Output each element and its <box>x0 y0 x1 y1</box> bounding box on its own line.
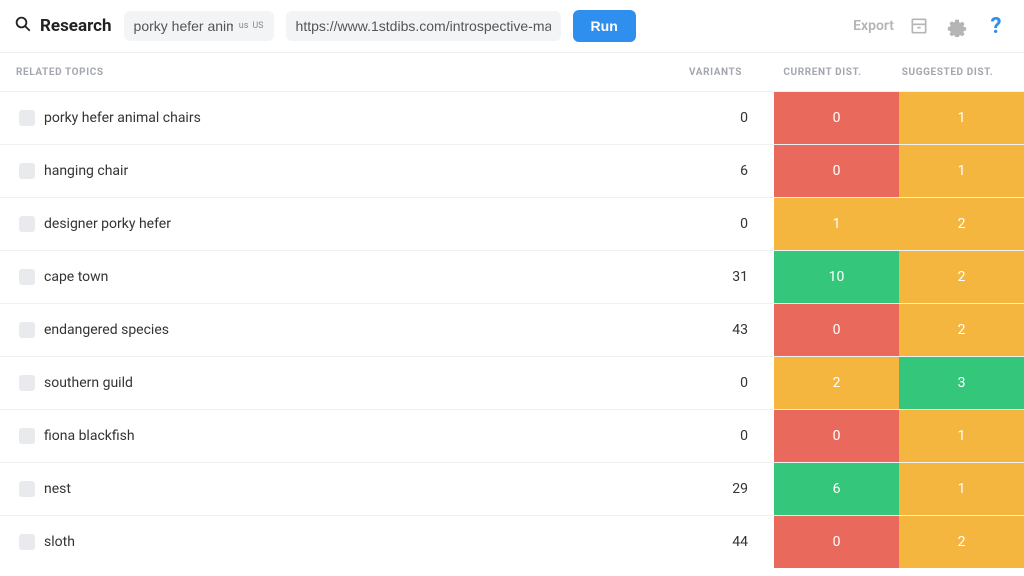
row-suggested-dist: 2 <box>899 304 1024 356</box>
row-variants: 0 <box>664 198 774 250</box>
table-row[interactable]: sloth4402 <box>0 515 1024 568</box>
locale-upper: US <box>252 21 263 31</box>
table-row[interactable]: endangered species4302 <box>0 303 1024 356</box>
row-suggested-dist: 1 <box>899 145 1024 197</box>
row-checkbox-cell <box>0 304 44 356</box>
row-checkbox[interactable] <box>19 481 35 497</box>
col-header-variants[interactable]: Variants <box>650 67 760 78</box>
row-topic: sloth <box>44 516 664 568</box>
col-header-suggested[interactable]: Suggested Dist. <box>885 67 1010 78</box>
toolbar: Research us US Run Export ? <box>0 0 1024 53</box>
row-variants: 6 <box>664 145 774 197</box>
row-current-dist: 0 <box>774 516 899 568</box>
keyword-input-wrap[interactable]: us US <box>124 11 274 41</box>
row-variants: 43 <box>664 304 774 356</box>
table-row[interactable]: cape town31102 <box>0 250 1024 303</box>
row-suggested-dist: 3 <box>899 357 1024 409</box>
row-current-dist: 2 <box>774 357 899 409</box>
row-checkbox-cell <box>0 198 44 250</box>
col-header-current[interactable]: Current Dist. <box>760 67 885 78</box>
row-current-dist: 0 <box>774 145 899 197</box>
row-variants: 0 <box>664 410 774 462</box>
row-suggested-dist: 2 <box>899 516 1024 568</box>
row-topic: porky hefer animal chairs <box>44 92 664 144</box>
page-title-wrap: Research <box>14 15 112 38</box>
row-topic: southern guild <box>44 357 664 409</box>
row-suggested-dist: 2 <box>899 251 1024 303</box>
row-checkbox-cell <box>0 251 44 303</box>
url-input-wrap[interactable] <box>286 11 561 41</box>
row-checkbox-cell <box>0 92 44 144</box>
table-row[interactable]: nest2961 <box>0 462 1024 515</box>
row-current-dist: 10 <box>774 251 899 303</box>
row-checkbox[interactable] <box>19 269 35 285</box>
col-header-topic: Related Topics <box>14 67 650 78</box>
row-variants: 31 <box>664 251 774 303</box>
row-checkbox[interactable] <box>19 163 35 179</box>
row-checkbox[interactable] <box>19 428 35 444</box>
row-variants: 44 <box>664 516 774 568</box>
row-variants: 0 <box>664 92 774 144</box>
row-current-dist: 1 <box>774 198 899 250</box>
row-checkbox-cell <box>0 516 44 568</box>
row-variants: 29 <box>664 463 774 515</box>
url-input[interactable] <box>296 18 551 34</box>
row-checkbox[interactable] <box>19 322 35 338</box>
row-current-dist: 6 <box>774 463 899 515</box>
table-row[interactable]: designer porky hefer012 <box>0 197 1024 250</box>
locale-badge: us US <box>233 21 264 31</box>
row-current-dist: 0 <box>774 92 899 144</box>
search-icon <box>14 15 32 38</box>
row-topic: nest <box>44 463 664 515</box>
row-topic: designer porky hefer <box>44 198 664 250</box>
row-checkbox-cell <box>0 357 44 409</box>
locale-lower: us <box>239 21 249 31</box>
table-row[interactable]: hanging chair601 <box>0 144 1024 197</box>
row-checkbox[interactable] <box>19 534 35 550</box>
help-icon[interactable]: ? <box>982 12 1010 40</box>
row-checkbox-cell <box>0 463 44 515</box>
run-button[interactable]: Run <box>573 10 636 42</box>
gear-icon[interactable] <box>944 13 970 39</box>
row-topic: cape town <box>44 251 664 303</box>
table-body: porky hefer animal chairs001hanging chai… <box>0 91 1024 568</box>
row-checkbox-cell <box>0 145 44 197</box>
row-suggested-dist: 1 <box>899 463 1024 515</box>
export-link[interactable]: Export <box>853 18 894 34</box>
page-title: Research <box>40 16 112 36</box>
row-checkbox[interactable] <box>19 110 35 126</box>
table-header: Related Topics Variants Current Dist. Su… <box>0 53 1024 91</box>
row-topic: endangered species <box>44 304 664 356</box>
row-topic: hanging chair <box>44 145 664 197</box>
row-current-dist: 0 <box>774 304 899 356</box>
row-checkbox[interactable] <box>19 216 35 232</box>
row-checkbox[interactable] <box>19 375 35 391</box>
keyword-input[interactable] <box>134 18 233 34</box>
row-current-dist: 0 <box>774 410 899 462</box>
table-row[interactable]: southern guild023 <box>0 356 1024 409</box>
layout-icon[interactable] <box>906 13 932 39</box>
row-checkbox-cell <box>0 410 44 462</box>
table-row[interactable]: fiona blackfish001 <box>0 409 1024 462</box>
row-suggested-dist: 1 <box>899 410 1024 462</box>
row-suggested-dist: 1 <box>899 92 1024 144</box>
table-row[interactable]: porky hefer animal chairs001 <box>0 91 1024 144</box>
row-suggested-dist: 2 <box>899 198 1024 250</box>
row-variants: 0 <box>664 357 774 409</box>
row-topic: fiona blackfish <box>44 410 664 462</box>
